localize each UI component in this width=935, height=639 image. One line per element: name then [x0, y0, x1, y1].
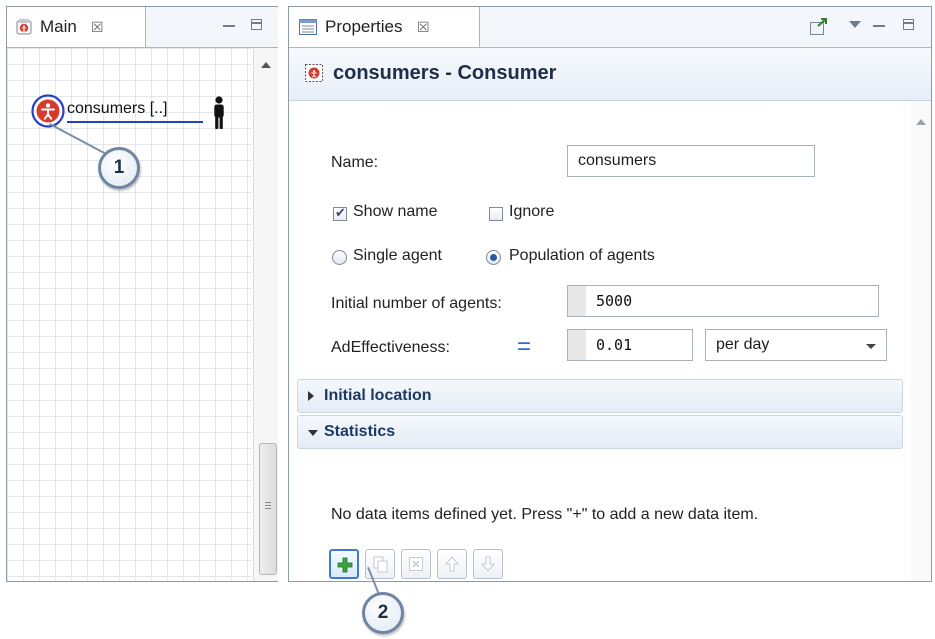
expand-arrow-icon [308, 391, 314, 401]
main-view: Main ☒ consumers [..] [6, 6, 280, 582]
initial-number-label: Initial number of agents: [331, 295, 502, 312]
properties-scrollbar[interactable] [911, 101, 931, 581]
agent-type-icon [16, 19, 32, 35]
statistics-message: No data items defined yet. Press "+" to … [331, 506, 759, 523]
equals-icon: = [517, 333, 532, 360]
tab-main-label: Main [40, 17, 77, 36]
move-up-button[interactable] [437, 549, 467, 579]
unit-value: per day [716, 336, 770, 353]
pin-view-icon[interactable] [809, 17, 829, 37]
adeffectiveness-label: AdEffectiveness: [331, 339, 450, 356]
scroll-thumb[interactable] [259, 443, 277, 575]
person-silhouette-icon [214, 96, 224, 129]
scroll-up-arrow-icon[interactable] [916, 119, 926, 125]
properties-view: Properties ☒ consumers - Consumer Name: … [288, 6, 932, 582]
name-field[interactable]: consumers [567, 145, 815, 177]
close-icon[interactable]: ☒ [91, 19, 104, 36]
population-radio[interactable] [486, 250, 501, 265]
unit-select[interactable]: per day [705, 329, 887, 361]
tab-main[interactable]: Main ☒ [7, 7, 146, 47]
arrow-down-icon [481, 556, 495, 572]
initial-number-value: 5000 [596, 292, 633, 310]
properties-header: consumers - Consumer [289, 48, 931, 101]
close-icon[interactable]: ☒ [417, 19, 430, 36]
section-statistics[interactable]: Statistics [297, 415, 903, 449]
main-tabbar: Main ☒ [7, 7, 279, 48]
show-name-label: Show name [353, 203, 438, 220]
tab-properties-label: Properties [325, 17, 403, 36]
ignore-checkbox[interactable] [489, 207, 503, 221]
plus-icon [337, 557, 353, 573]
single-agent-label: Single agent [353, 247, 442, 264]
properties-content: Name: consumers Show name Ignore Single … [289, 101, 911, 581]
scroll-up-arrow-icon[interactable] [261, 62, 271, 68]
chevron-down-icon [866, 344, 876, 349]
section-initial-location-label: Initial location [324, 387, 432, 404]
population-label: Population of agents [509, 247, 655, 264]
minimize-icon[interactable] [223, 19, 235, 27]
show-name-checkbox[interactable] [333, 205, 347, 221]
code-gutter [568, 330, 586, 360]
arrow-up-icon [445, 556, 459, 572]
grip-icon [265, 502, 271, 511]
single-agent-radio[interactable] [332, 250, 347, 265]
properties-icon [299, 19, 317, 35]
move-down-button[interactable] [473, 549, 503, 579]
copy-icon [373, 556, 388, 573]
properties-tabbar: Properties ☒ [289, 7, 931, 48]
maximize-icon[interactable] [251, 19, 262, 30]
agent-population-icon [305, 64, 323, 82]
view-splitter[interactable] [278, 0, 288, 588]
agent-person-icon[interactable] [31, 94, 65, 128]
main-scrollbar[interactable] [253, 48, 279, 581]
collapse-arrow-icon [308, 430, 318, 436]
code-gutter [568, 286, 586, 316]
view-menu-icon[interactable] [849, 21, 861, 28]
agent-label[interactable]: consumers [..] [67, 100, 167, 118]
maximize-icon[interactable] [903, 19, 914, 30]
section-initial-location[interactable]: Initial location [297, 379, 903, 413]
section-statistics-label: Statistics [324, 423, 396, 440]
adeffectiveness-field[interactable]: 0.01 [567, 329, 693, 361]
callout-2: 2 [362, 592, 404, 634]
initial-number-field[interactable]: 5000 [567, 285, 879, 317]
page-title: consumers - Consumer [333, 62, 557, 84]
callout-1: 1 [98, 147, 140, 189]
adeffectiveness-value: 0.01 [596, 336, 633, 354]
agent-label-underline [67, 121, 203, 123]
delete-icon [409, 557, 423, 571]
add-data-item-button[interactable] [329, 549, 359, 579]
ignore-label: Ignore [509, 203, 555, 220]
minimize-icon[interactable] [873, 19, 885, 27]
name-label: Name: [331, 154, 379, 171]
tab-properties[interactable]: Properties ☒ [289, 7, 480, 47]
delete-button[interactable] [401, 549, 431, 579]
